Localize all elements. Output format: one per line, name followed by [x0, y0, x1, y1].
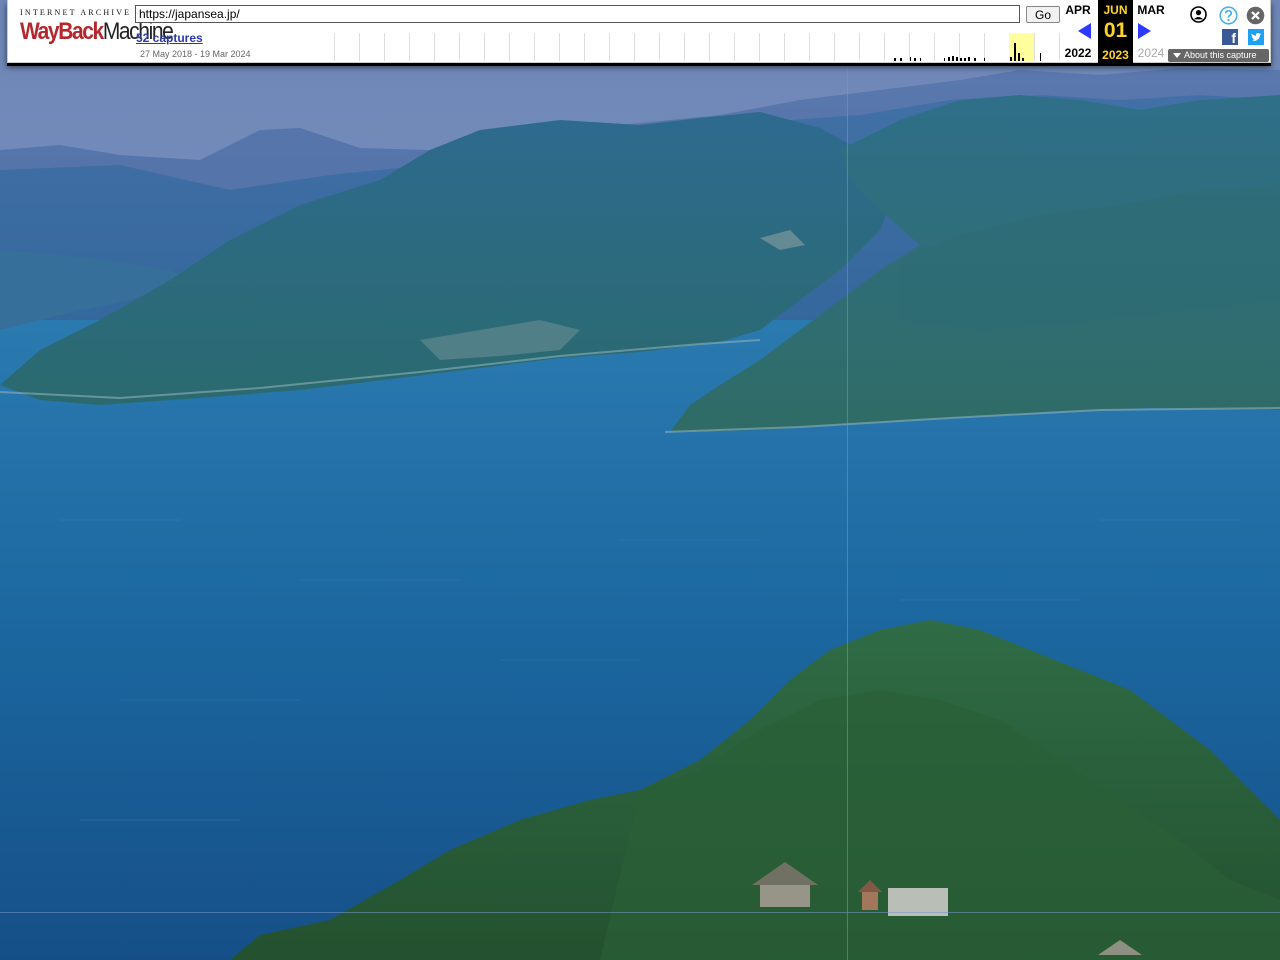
captures-link[interactable]: 52 captures — [136, 31, 203, 45]
capture-sparkline[interactable] — [334, 33, 1061, 61]
guide-line-horizontal — [0, 912, 1280, 913]
wayback-logo[interactable]: INTERNET ARCHIVE WayBackMachine — [20, 8, 174, 54]
close-icon[interactable] — [1246, 6, 1265, 25]
sparkline-current-year-highlight — [1009, 33, 1034, 61]
current-year-label: 2023 — [1102, 48, 1129, 62]
url-input[interactable] — [135, 5, 1020, 23]
go-button[interactable]: Go — [1026, 6, 1060, 23]
logo-wayback-machine-text: WayBackMachine — [20, 17, 174, 47]
next-capture-arrow-icon[interactable] — [1138, 23, 1151, 39]
caret-down-icon — [1173, 53, 1181, 58]
guide-line-vertical — [847, 66, 848, 960]
facebook-icon[interactable]: f — [1222, 29, 1238, 46]
help-icon[interactable] — [1219, 6, 1238, 25]
logo-wayback-word: WayBack — [20, 18, 104, 45]
account-icon[interactable] — [1190, 6, 1207, 23]
prev-month-label[interactable]: APR — [1058, 3, 1098, 17]
current-capture-date: JUN 01 2023 — [1098, 0, 1133, 63]
wayback-toolbar: INTERNET ARCHIVE WayBackMachine Go 52 ca… — [7, 0, 1271, 63]
logo-internet-archive-text: INTERNET ARCHIVE — [20, 8, 132, 17]
captures-date-range: 27 May 2018 - 19 Mar 2024 — [140, 49, 251, 59]
hero-landscape-image — [0, 0, 1280, 960]
next-month-label[interactable]: MAR — [1131, 3, 1171, 17]
twitter-icon[interactable] — [1248, 29, 1264, 45]
current-day-label: 01 — [1103, 19, 1128, 42]
current-month-label: JUN — [1103, 3, 1128, 17]
sparkline-year-columns — [334, 33, 1060, 61]
about-capture-dropdown[interactable]: About this capture — [1168, 49, 1269, 62]
prev-year-label[interactable]: 2022 — [1058, 46, 1098, 60]
next-year-label[interactable]: 2024 — [1131, 46, 1171, 60]
about-capture-label: About this capture — [1184, 50, 1257, 60]
prev-capture-arrow-icon[interactable] — [1078, 23, 1091, 39]
